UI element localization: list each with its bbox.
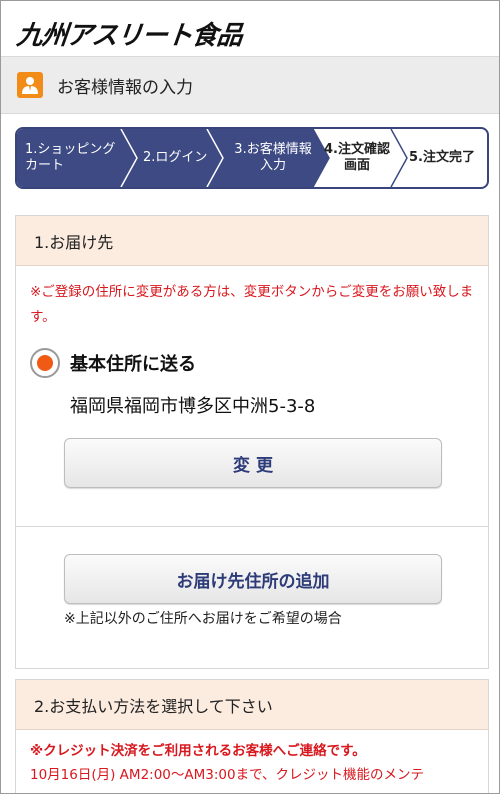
payment-section: 2.お支払い方法を選択して下さい ※クレジット決済をご利用されるお客様へご連絡で… xyxy=(15,679,489,793)
step-cart: 1.ショッピング カート xyxy=(25,129,115,187)
page-title-bar: お客様情報の入力 xyxy=(1,56,499,114)
delivery-section: 1.お届け先 ※ご登録の住所に変更がある方は、変更ボタンからご変更をお願い致しま… xyxy=(15,215,489,669)
basic-address-label[interactable]: 基本住所に送る xyxy=(70,350,196,376)
radio-selected-dot xyxy=(37,354,53,371)
step-cart-line2: カート xyxy=(25,158,65,173)
basic-address-radio[interactable] xyxy=(30,347,60,378)
payment-notice-line: 10月16日(月) AM2:00〜AM3:00まで、クレジット機能のメンテ xyxy=(30,766,425,783)
delivery-divider xyxy=(16,526,488,527)
checkout-progress: 1.ショッピング カート 2.ログイン 3.お客様情報 入力 4.注文確認 画面… xyxy=(15,127,489,189)
step-complete: 5.注文完了 xyxy=(409,129,475,187)
payment-notice-bold: ※クレジット決済をご利用されるお客様へご連絡です。 xyxy=(30,743,366,759)
step-confirm-line2: 画面 xyxy=(343,158,370,173)
step-customer-info: 3.お客様情報 入力 xyxy=(223,129,323,187)
app-frame: 九州アスリート食品 お客様情報の入力 1.ショッピング カート 2.ログイン 3… xyxy=(0,0,500,794)
step-login: 2.ログイン xyxy=(143,129,207,187)
add-address-note: ※上記以外のご住所へお届けをご希望の場合 xyxy=(64,611,342,627)
step-cart-line1: 1.ショッピング xyxy=(25,141,116,157)
page-title: お客様情報の入力 xyxy=(57,77,193,98)
add-address-button[interactable]: お届け先住所の追加 xyxy=(64,554,442,604)
step-customer-info-line2: 入力 xyxy=(259,158,286,173)
step-complete-label: 5.注文完了 xyxy=(409,149,475,165)
step-confirm: 4.注文確認 画面 xyxy=(317,129,397,187)
basic-address-text: 福岡県福岡市博多区中洲5-3-8 xyxy=(70,395,316,417)
basic-address-option[interactable]: 基本住所に送る xyxy=(16,330,488,378)
step-customer-info-line1: 3.お客様情報 xyxy=(234,141,312,157)
site-logo[interactable]: 九州アスリート食品 xyxy=(15,15,244,52)
delivery-heading: 1.お届け先 xyxy=(16,216,488,266)
header: 九州アスリート食品 xyxy=(1,1,499,56)
person-icon xyxy=(17,72,43,98)
change-address-button[interactable]: 変 更 xyxy=(64,438,442,488)
delivery-notice: ※ご登録の住所に変更がある方は、変更ボタンからご変更をお願い致します。 xyxy=(30,284,474,325)
step-confirm-line1: 4.注文確認 xyxy=(324,141,390,157)
step-login-label: 2.ログイン xyxy=(143,149,208,165)
payment-notice: ※クレジット決済をご利用されるお客様へご連絡です。 10月16日(月) AM2:… xyxy=(16,730,488,787)
payment-heading: 2.お支払い方法を選択して下さい xyxy=(16,680,488,730)
